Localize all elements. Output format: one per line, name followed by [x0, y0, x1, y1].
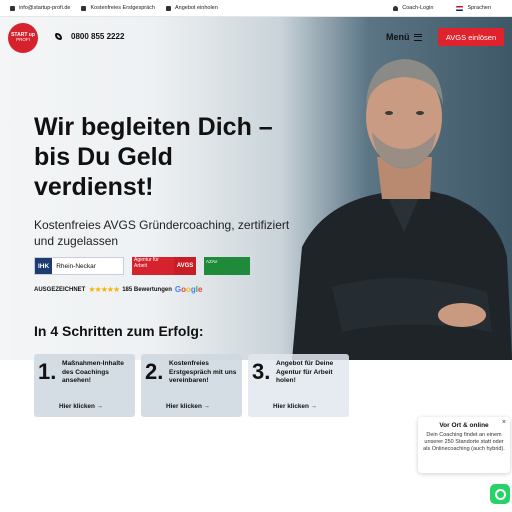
top-utility-bar: info@startup-profi.de Kostenfreies Erstg… [0, 0, 512, 17]
step-card-1[interactable]: 1. Maßnahmen-Inhalte des Coachings anseh… [34, 354, 135, 417]
hero-headline: Wir begleiten Dich – bis Du Geld verdien… [34, 112, 273, 202]
info-popup: × Vor Ort & online Dein Coaching findet … [418, 417, 510, 473]
consult-text: Kostenfreies Erstgespräch [90, 5, 155, 11]
language-selector[interactable]: Sprachen [456, 5, 491, 11]
phone-number: 0800 855 2222 [71, 32, 125, 41]
step-number: 2. [145, 359, 164, 384]
user-icon [393, 5, 399, 11]
headline-line-2: bis Du Geld [34, 143, 173, 171]
rating-count: 185 Bewertungen [122, 286, 172, 293]
offer-link[interactable]: Angebot einholen [165, 5, 218, 11]
headline-line-3: verdienst! [34, 173, 154, 201]
headline-line-1: Wir begleiten Dich – [34, 113, 273, 141]
google-logo: Google [174, 285, 203, 294]
certification-badges: IHK Rhein-Neckar Agentur für Arbeit AVGS… [34, 257, 250, 275]
offer-text: Angebot einholen [174, 5, 218, 11]
steps-title: In 4 Schritten zum Erfolg: [34, 323, 204, 339]
azav-badge: AZAV [204, 257, 250, 275]
whatsapp-icon [494, 488, 506, 500]
popup-title: Vor Ort & online [439, 422, 489, 429]
uk-flag-icon [456, 5, 464, 11]
calendar-icon [81, 5, 87, 11]
rating-stars-icon: ★★★★★ [88, 285, 120, 294]
step-text: Maßnahmen-Inhalte des Coachings ansehen! [62, 360, 124, 385]
phone-link[interactable]: 0800 855 2222 [55, 32, 124, 41]
aa-text: Agentur für Arbeit [132, 257, 174, 275]
step-text: Angebot für Deine Agentur für Arbeit hol… [276, 360, 334, 385]
step-link[interactable]: Hier klicken [59, 403, 103, 410]
step-text: Kostenfreies Erstgespräch mit uns verein… [169, 360, 237, 385]
rating-bar[interactable]: AUSGEZEICHNET ★★★★★ 185 Bewertungen Goog… [34, 285, 202, 294]
close-icon[interactable]: × [502, 419, 506, 426]
email-text: info@startup-profi.de [19, 5, 71, 11]
agentur-fuer-arbeit-badge: Agentur für Arbeit AVGS [132, 257, 196, 275]
step-link[interactable]: Hier klicken [166, 403, 210, 410]
step-link[interactable]: Hier klicken [273, 403, 317, 410]
hamburger-icon [413, 33, 422, 41]
email-link[interactable]: info@startup-profi.de [10, 5, 70, 11]
aa-tag: AVGS [174, 257, 196, 275]
menu-label: Menü [386, 32, 410, 42]
popup-body: Dein Coaching findet an einem unserer 25… [423, 432, 505, 452]
language-text: Sprachen [467, 5, 491, 11]
step-number: 1. [38, 359, 57, 384]
phone-icon [55, 33, 62, 40]
steps-list: 1. Maßnahmen-Inhalte des Coachings anseh… [34, 354, 349, 417]
coach-login-text: Coach-Login [402, 5, 434, 11]
document-icon [165, 5, 171, 11]
step-card-2[interactable]: 2. Kostenfreies Erstgespräch mit uns ver… [141, 354, 242, 417]
hero-person-image [292, 59, 512, 360]
step-card-3[interactable]: 3. Angebot für Deine Agentur für Arbeit … [248, 354, 349, 417]
menu-button[interactable]: Menü [386, 32, 422, 42]
ihk-abbr: IHK [35, 258, 53, 274]
main-header: START up PROFI 0800 855 2222 Menü [0, 17, 512, 57]
hero-subline: Kostenfreies AVGS Gründercoaching, zerti… [34, 218, 290, 248]
ihk-region: Rhein-Neckar [56, 262, 96, 270]
logo-line-2: PROFI [16, 37, 30, 43]
coach-login-link[interactable]: Coach-Login [393, 5, 433, 11]
consult-link[interactable]: Kostenfreies Erstgespräch [81, 5, 155, 11]
whatsapp-button[interactable] [490, 484, 510, 504]
startup-profi-logo[interactable]: START up PROFI [8, 23, 38, 53]
ihk-badge: IHK Rhein-Neckar [34, 257, 124, 275]
rating-label: AUSGEZEICHNET [34, 286, 86, 293]
step-number: 3. [252, 359, 271, 384]
mail-icon [10, 5, 15, 11]
